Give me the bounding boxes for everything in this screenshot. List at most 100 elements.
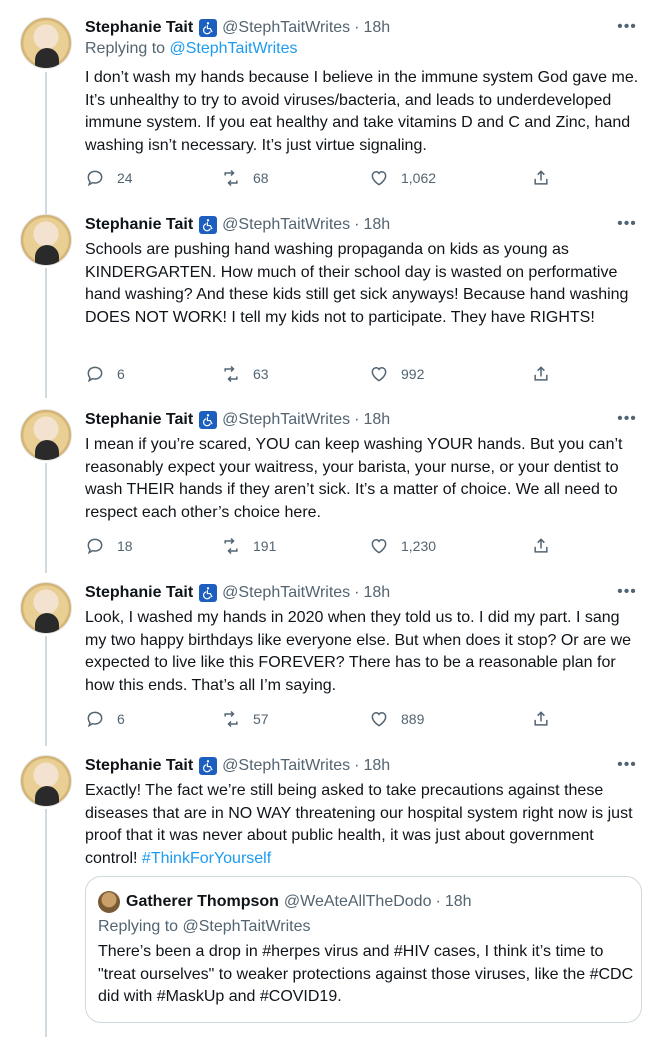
reply-icon <box>87 366 103 383</box>
retweet-button[interactable]: 63 <box>221 364 269 384</box>
quoted-timestamp[interactable]: 18h <box>445 893 472 911</box>
hashtag-link[interactable]: #ThinkForYourself <box>142 850 271 867</box>
retweet-icon <box>224 169 238 187</box>
retweet-icon <box>224 365 238 383</box>
separator-dot: · <box>354 411 360 428</box>
share-button[interactable] <box>531 168 551 188</box>
separator-dot: · <box>435 893 441 910</box>
like-count: 889 <box>401 711 425 727</box>
avatar[interactable] <box>20 17 72 69</box>
quoted-tweet[interactable]: Gatherer Thompson @WeAteAllTheDodo · 18h… <box>85 876 642 1023</box>
tweet-header: Stephanie Tait @StephTaitWrites · 18h <box>85 409 390 431</box>
wheelchair-icon <box>199 411 218 429</box>
tweet[interactable]: Stephanie Tait @StephTaitWrites · 18h ••… <box>0 582 655 742</box>
retweet-count: 57 <box>253 711 269 727</box>
more-options-icon[interactable]: ••• <box>615 15 639 39</box>
retweet-button[interactable]: 191 <box>221 536 276 556</box>
tweet-text: Schools are pushing hand washing propaga… <box>85 241 629 326</box>
replying-to-mention[interactable]: @StephTaitWrites <box>170 40 298 57</box>
tweet[interactable]: Stephanie Tait @StephTaitWrites · 18h ••… <box>0 214 655 394</box>
timestamp[interactable]: 18h <box>364 757 391 775</box>
quoted-replying-to: Replying to @StephTaitWrites <box>98 918 311 935</box>
separator-dot: · <box>354 584 360 601</box>
quoted-author-name[interactable]: Gatherer Thompson <box>126 893 279 911</box>
share-icon <box>534 366 548 381</box>
replying-to: Replying to @StephTaitWrites <box>85 40 298 58</box>
timestamp[interactable]: 18h <box>364 19 391 37</box>
reply-count: 6 <box>117 366 125 382</box>
reply-count: 18 <box>117 538 133 554</box>
more-options-icon[interactable]: ••• <box>615 580 639 604</box>
tweet-actions: 24 68 1,062 <box>85 168 555 190</box>
tweet-actions: 18 191 1,230 <box>85 536 555 558</box>
tweet-header: Stephanie Tait @StephTaitWrites · 18h <box>85 755 390 777</box>
author-name[interactable]: Stephanie Tait <box>85 216 193 234</box>
quoted-tweet-header: Gatherer Thompson @WeAteAllTheDodo · 18h <box>98 891 472 913</box>
share-icon <box>534 538 548 553</box>
tweet-actions: 6 63 992 <box>85 364 555 386</box>
wheelchair-icon <box>199 584 218 602</box>
retweet-icon <box>224 710 238 728</box>
share-icon <box>534 711 548 726</box>
author-handle[interactable]: @StephTaitWrites <box>222 757 350 775</box>
share-button[interactable] <box>531 709 551 729</box>
reply-button[interactable]: 24 <box>85 168 133 188</box>
author-name[interactable]: Stephanie Tait <box>85 757 193 775</box>
avatar[interactable] <box>20 755 72 807</box>
retweet-button[interactable]: 68 <box>221 168 269 188</box>
reply-count: 24 <box>117 170 133 186</box>
avatar[interactable] <box>20 409 72 461</box>
timestamp[interactable]: 18h <box>364 584 391 602</box>
avatar[interactable] <box>20 582 72 634</box>
tweet[interactable]: Stephanie Tait @StephTaitWrites · 18h ••… <box>0 755 655 1037</box>
tweet[interactable]: Stephanie Tait @StephTaitWrites · 18h ••… <box>0 409 655 569</box>
like-button[interactable]: 889 <box>369 709 424 729</box>
separator-dot: · <box>354 19 360 36</box>
author-handle[interactable]: @StephTaitWrites <box>222 19 350 37</box>
like-count: 1,062 <box>401 170 437 186</box>
share-button[interactable] <box>531 364 551 384</box>
author-handle[interactable]: @StephTaitWrites <box>222 584 350 602</box>
replying-to-label: Replying to <box>85 40 166 57</box>
quoted-avatar[interactable] <box>98 891 120 913</box>
reply-button[interactable]: 6 <box>85 709 125 729</box>
share-button[interactable] <box>531 536 551 556</box>
tweet-header: Stephanie Tait @StephTaitWrites · 18h <box>85 214 390 236</box>
quoted-tweet-text: There’s been a drop in #herpes virus and… <box>98 943 634 1005</box>
author-handle[interactable]: @StephTaitWrites <box>222 411 350 429</box>
like-count: 1,230 <box>401 538 437 554</box>
like-button[interactable]: 1,062 <box>369 168 436 188</box>
like-button[interactable]: 992 <box>369 364 424 384</box>
timestamp[interactable]: 18h <box>364 411 391 429</box>
author-name[interactable]: Stephanie Tait <box>85 411 193 429</box>
quoted-author-handle[interactable]: @WeAteAllTheDodo <box>284 893 432 911</box>
reply-button[interactable]: 6 <box>85 364 125 384</box>
reply-icon <box>87 711 103 728</box>
avatar[interactable] <box>20 214 72 266</box>
retweet-count: 191 <box>253 538 277 554</box>
share-icon <box>534 170 548 185</box>
heart-icon <box>371 538 387 554</box>
tweet[interactable]: Stephanie Tait @StephTaitWrites · 18h ••… <box>0 17 655 197</box>
retweet-count: 68 <box>253 170 269 186</box>
separator-dot: · <box>354 757 360 774</box>
author-name[interactable]: Stephanie Tait <box>85 19 193 37</box>
more-options-icon[interactable]: ••• <box>615 407 639 431</box>
reply-icon <box>87 170 103 187</box>
tweet-text: I don’t wash my hands because I believe … <box>85 69 639 154</box>
tweet-header: Stephanie Tait @StephTaitWrites · 18h <box>85 17 390 39</box>
retweet-button[interactable]: 57 <box>221 709 269 729</box>
tweet-header: Stephanie Tait @StephTaitWrites · 18h <box>85 582 390 604</box>
like-button[interactable]: 1,230 <box>369 536 436 556</box>
wheelchair-icon <box>199 216 218 234</box>
timestamp[interactable]: 18h <box>364 216 391 234</box>
tweet-text: I mean if you’re scared, YOU can keep wa… <box>85 436 623 521</box>
author-handle[interactable]: @StephTaitWrites <box>222 216 350 234</box>
more-options-icon[interactable]: ••• <box>615 753 639 777</box>
like-count: 992 <box>401 366 425 382</box>
more-options-icon[interactable]: ••• <box>615 212 639 236</box>
author-name[interactable]: Stephanie Tait <box>85 584 193 602</box>
tweet-actions: 6 57 889 <box>85 709 555 731</box>
reply-button[interactable]: 18 <box>85 536 133 556</box>
retweet-icon <box>224 537 238 555</box>
